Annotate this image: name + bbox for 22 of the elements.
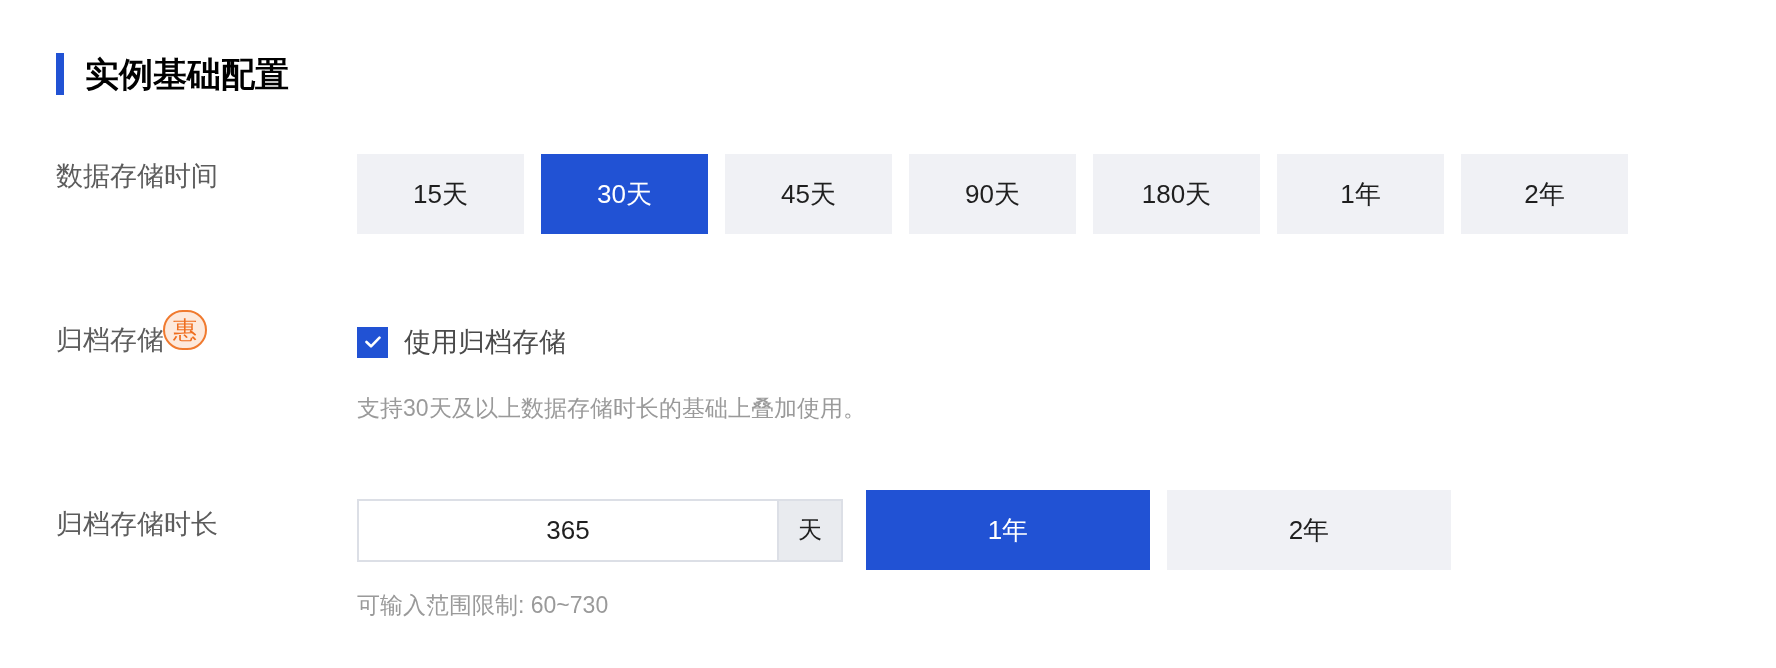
option-button[interactable]: 1年 xyxy=(1277,154,1444,234)
option-button[interactable]: 2年 xyxy=(1167,490,1451,570)
input-field[interactable]: 365 xyxy=(357,498,777,562)
checkbox-label[interactable]: 使用归档存储 xyxy=(404,324,566,360)
option-button[interactable]: 15天 xyxy=(357,154,524,234)
option-button[interactable]: 2年 xyxy=(1461,154,1628,234)
section-accent-bar xyxy=(56,53,64,95)
discount-badge: 惠 xyxy=(163,310,207,350)
field-label: 归档存储时长 xyxy=(56,509,218,539)
option-button[interactable]: 30天 xyxy=(541,154,708,234)
field-label: 数据存储时间 xyxy=(56,161,218,191)
field-label: 归档存储 xyxy=(56,324,164,357)
option-button[interactable]: 45天 xyxy=(725,154,892,234)
section-title: 实例基础配置 xyxy=(85,54,289,95)
hint-text: 可输入范围限制: 60~730 xyxy=(357,591,610,620)
option-button[interactable]: 90天 xyxy=(909,154,1076,234)
option-button[interactable]: 1年 xyxy=(866,490,1150,570)
unit-label: 天 xyxy=(777,498,843,562)
checkbox[interactable] xyxy=(357,326,388,358)
hint-text: 支持30天及以上数据存储时长的基础上叠加使用。 xyxy=(357,394,866,423)
option-button[interactable]: 180天 xyxy=(1093,154,1260,234)
checkmark-icon xyxy=(364,336,381,348)
